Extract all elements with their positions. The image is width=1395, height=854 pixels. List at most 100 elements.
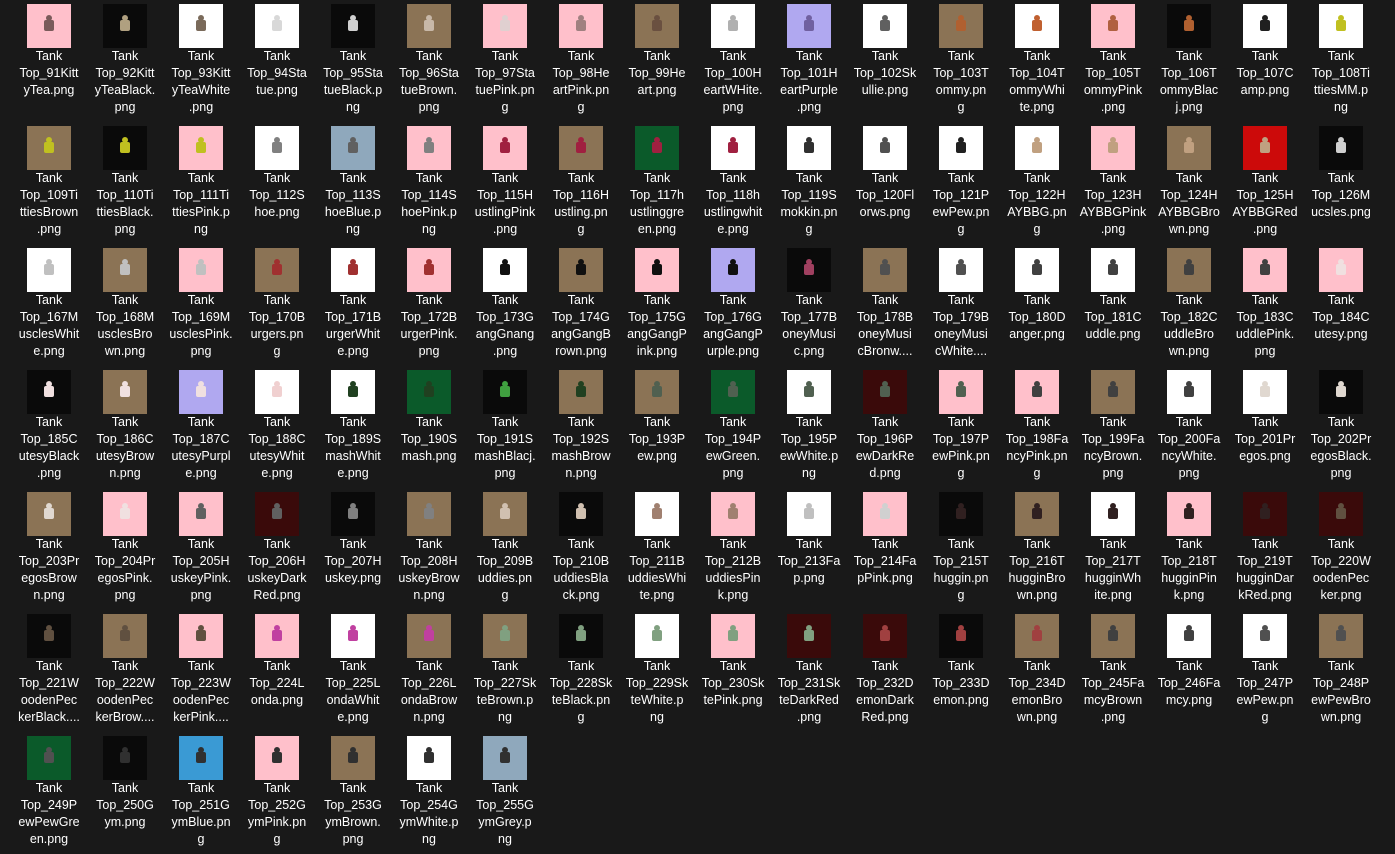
file-item[interactable]: Tank Top_202Pr egosBlack. png [1303,366,1379,488]
file-item[interactable]: Tank Top_222W oodenPec kerBrow.... [87,610,163,732]
file-item[interactable]: Tank Top_176G angGangP urple.png [695,244,771,366]
file-item[interactable]: Tank Top_196P ewDarkRe d.png [847,366,923,488]
file-item[interactable]: Tank Top_234D emonBro wn.png [999,610,1075,732]
file-item[interactable]: Tank Top_173G angGnang .png [467,244,543,366]
file-item[interactable]: Tank Top_198Fa ncyPink.pn g [999,366,1075,488]
file-item[interactable]: Tank Top_101H eartPurple .png [771,0,847,122]
file-item[interactable]: Tank Top_249P ewPewGre en.png [11,732,87,854]
file-item[interactable]: Tank Top_199Fa ncyBrown. png [1075,366,1151,488]
file-item[interactable]: Tank Top_107C amp.png [1227,0,1303,122]
file-item[interactable]: Tank Top_197P ewPink.pn g [923,366,999,488]
file-item[interactable]: Tank Top_185C utesyBlack .png [11,366,87,488]
file-item[interactable]: Tank Top_172B urgerPink. png [391,244,467,366]
file-item[interactable]: Tank Top_210B uddiesBla ck.png [543,488,619,610]
file-item[interactable]: Tank Top_225L ondaWhit e.png [315,610,391,732]
file-item[interactable]: Tank Top_97Sta tuePink.pn g [467,0,543,122]
file-item[interactable]: Tank Top_103T ommy.pn g [923,0,999,122]
file-item[interactable]: Tank Top_93Kitt yTeaWhite .png [163,0,239,122]
file-item[interactable]: Tank Top_104T ommyWhi te.png [999,0,1075,122]
file-item[interactable]: Tank Top_178B oneyMusi cBronw.... [847,244,923,366]
file-item[interactable]: Tank Top_113S hoeBlue.p ng [315,122,391,244]
file-item[interactable]: Tank Top_183C uddlePink. png [1227,244,1303,366]
file-item[interactable]: Tank Top_245Fa mcyBrown .png [1075,610,1151,732]
file-item[interactable]: Tank Top_118h ustlingwhit e.png [695,122,771,244]
file-item[interactable]: Tank Top_186C utesyBrow n.png [87,366,163,488]
file-item[interactable]: Tank Top_110Ti ttiesBlack. png [87,122,163,244]
file-item[interactable]: Tank Top_246Fa mcy.png [1151,610,1227,732]
file-item[interactable]: Tank Top_112S hoe.png [239,122,315,244]
file-item[interactable]: Tank Top_123H AYBBGPink .png [1075,122,1151,244]
file-item[interactable]: Tank Top_215T huggin.pn g [923,488,999,610]
file-item[interactable]: Tank Top_95Sta tueBlack.p ng [315,0,391,122]
file-item[interactable]: Tank Top_212B uddiesPin k.png [695,488,771,610]
file-item[interactable]: Tank Top_109Ti ttiesBrown .png [11,122,87,244]
file-item[interactable]: Tank Top_250G ym.png [87,732,163,854]
file-item[interactable]: Tank Top_171B urgerWhit e.png [315,244,391,366]
file-item[interactable]: Tank Top_227Sk teBrown.p ng [467,610,543,732]
file-item[interactable]: Tank Top_254G ymWhite.p ng [391,732,467,854]
file-item[interactable]: Tank Top_167M usclesWhit e.png [11,244,87,366]
file-item[interactable]: Tank Top_220W oodenPec ker.png [1303,488,1379,610]
file-item[interactable]: Tank Top_174G angGangB rown.png [543,244,619,366]
file-item[interactable]: Tank Top_216T hugginBro wn.png [999,488,1075,610]
file-item[interactable]: Tank Top_193P ew.png [619,366,695,488]
file-item[interactable]: Tank Top_209B uddies.pn g [467,488,543,610]
file-item[interactable]: Tank Top_91Kitt yTea.png [11,0,87,122]
file-item[interactable]: Tank Top_213Fa p.png [771,488,847,610]
file-item[interactable]: Tank Top_180D anger.png [999,244,1075,366]
file-item[interactable]: Tank Top_96Sta tueBrown. png [391,0,467,122]
file-item[interactable]: Tank Top_251G ymBlue.pn g [163,732,239,854]
file-item[interactable]: Tank Top_252G ymPink.pn g [239,732,315,854]
file-item[interactable]: Tank Top_208H uskeyBrow n.png [391,488,467,610]
file-item[interactable]: Tank Top_182C uddleBro wn.png [1151,244,1227,366]
file-item[interactable]: Tank Top_229Sk teWhite.p ng [619,610,695,732]
file-item[interactable]: Tank Top_119S mokkin.pn g [771,122,847,244]
file-item[interactable]: Tank Top_214Fa pPink.png [847,488,923,610]
file-item[interactable]: Tank Top_217T hugginWh ite.png [1075,488,1151,610]
file-item[interactable]: Tank Top_223W oodenPec kerPink.... [163,610,239,732]
file-item[interactable]: Tank Top_247P ewPew.pn g [1227,610,1303,732]
file-item[interactable]: Tank Top_116H ustling.pn g [543,122,619,244]
file-item[interactable]: Tank Top_231Sk teDarkRed .png [771,610,847,732]
file-item[interactable]: Tank Top_94Sta tue.png [239,0,315,122]
file-item[interactable]: Tank Top_194P ewGreen. png [695,366,771,488]
file-item[interactable]: Tank Top_105T ommyPink .png [1075,0,1151,122]
file-item[interactable]: Tank Top_120Fl orws.png [847,122,923,244]
file-item[interactable]: Tank Top_232D emonDark Red.png [847,610,923,732]
file-item[interactable]: Tank Top_175G angGangP ink.png [619,244,695,366]
file-item[interactable]: Tank Top_106T ommyBlac j.png [1151,0,1227,122]
file-item[interactable]: Tank Top_169M usclesPink. png [163,244,239,366]
file-item[interactable]: Tank Top_170B urgers.pn g [239,244,315,366]
file-item[interactable]: Tank Top_233D emon.png [923,610,999,732]
file-item[interactable]: Tank Top_230Sk tePink.png [695,610,771,732]
file-item[interactable]: Tank Top_181C uddle.png [1075,244,1151,366]
file-item[interactable]: Tank Top_228Sk teBlack.pn g [543,610,619,732]
file-item[interactable]: Tank Top_207H uskey.png [315,488,391,610]
file-item[interactable]: Tank Top_111Ti ttiesPink.p ng [163,122,239,244]
file-item[interactable]: Tank Top_168M usclesBro wn.png [87,244,163,366]
file-item[interactable]: Tank Top_253G ymBrown. png [315,732,391,854]
file-item[interactable]: Tank Top_219T hugginDar kRed.png [1227,488,1303,610]
file-item[interactable]: Tank Top_221W oodenPec kerBlack.... [11,610,87,732]
file-item[interactable]: Tank Top_92Kitt yTeaBlack. png [87,0,163,122]
file-item[interactable]: Tank Top_126M ucsles.png [1303,122,1379,244]
file-item[interactable]: Tank Top_99He art.png [619,0,695,122]
file-item[interactable]: Tank Top_189S mashWhit e.png [315,366,391,488]
file-item[interactable]: Tank Top_188C utesyWhit e.png [239,366,315,488]
file-item[interactable]: Tank Top_108Ti ttiesMM.p ng [1303,0,1379,122]
file-item[interactable]: Tank Top_191S mashBlacj. png [467,366,543,488]
file-item[interactable]: Tank Top_195P ewWhite.p ng [771,366,847,488]
file-item[interactable]: Tank Top_179B oneyMusi cWhite.... [923,244,999,366]
file-item[interactable]: Tank Top_122H AYBBG.pn g [999,122,1075,244]
file-item[interactable]: Tank Top_184C utesy.png [1303,244,1379,366]
file-item[interactable]: Tank Top_190S mash.png [391,366,467,488]
file-item[interactable]: Tank Top_201Pr egos.png [1227,366,1303,488]
file-item[interactable]: Tank Top_117h ustlinggre en.png [619,122,695,244]
file-item[interactable]: Tank Top_205H uskeyPink. png [163,488,239,610]
file-item[interactable]: Tank Top_255G ymGrey.p ng [467,732,543,854]
file-item[interactable]: Tank Top_100H eartWHite. png [695,0,771,122]
file-item[interactable]: Tank Top_114S hoePink.p ng [391,122,467,244]
file-item[interactable]: Tank Top_125H AYBBGRed .png [1227,122,1303,244]
file-item[interactable]: Tank Top_203Pr egosBrow n.png [11,488,87,610]
file-item[interactable]: Tank Top_204Pr egosPink. png [87,488,163,610]
